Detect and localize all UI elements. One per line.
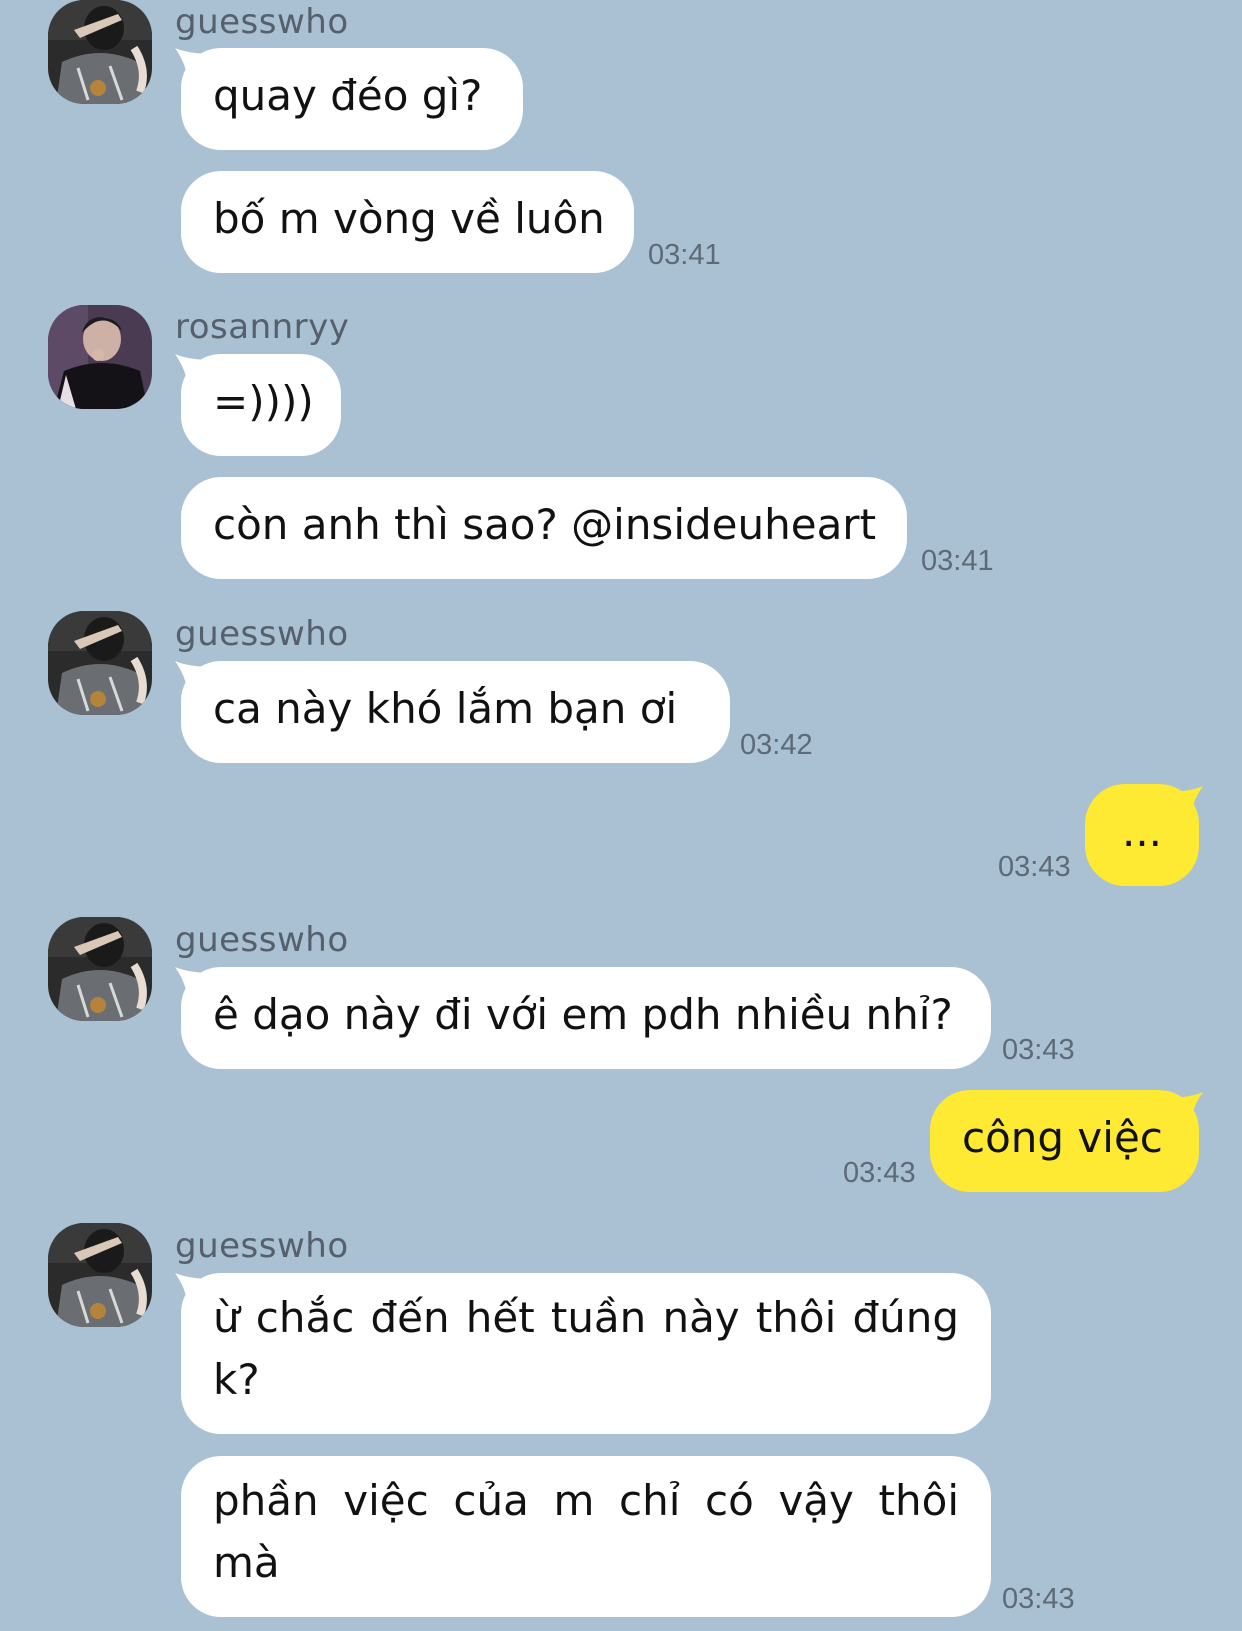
- sender-name: guesswho: [175, 920, 349, 960]
- sender-name: guesswho: [175, 2, 349, 42]
- message-bubble[interactable]: ca này khó lắm bạn ơi: [181, 661, 730, 763]
- user-avatar-icon: [48, 1223, 152, 1327]
- message-bubble[interactable]: ừ chắc đến hết tuần này thôi đúng k?: [181, 1273, 991, 1434]
- bubble-tail: [1165, 1092, 1203, 1130]
- message-bubble[interactable]: công việc: [930, 1090, 1199, 1192]
- avatar[interactable]: [48, 0, 152, 104]
- message-bubble[interactable]: bố m vòng về luôn: [181, 171, 634, 273]
- user-avatar-icon: [48, 611, 152, 715]
- sender-name: guesswho: [175, 1226, 349, 1266]
- chat-view: guesswho quay đéo gì? bố m vòng về luôn …: [0, 0, 1242, 1631]
- sender-name: rosannryy: [175, 307, 350, 347]
- user-avatar-icon: [48, 917, 152, 1021]
- avatar[interactable]: [48, 305, 152, 409]
- message-time: 03:43: [1002, 1034, 1075, 1066]
- message-bubble[interactable]: quay đéo gì?: [181, 48, 523, 150]
- avatar[interactable]: [48, 611, 152, 715]
- message-bubble[interactable]: phần việc của m chỉ có vậy thôi mà: [181, 1456, 991, 1617]
- message-bubble[interactable]: còn anh thì sao? @insideuheart: [181, 477, 907, 579]
- avatar[interactable]: [48, 1223, 152, 1327]
- bubble-tail: [1165, 786, 1203, 824]
- message-bubble[interactable]: =)))): [181, 354, 341, 456]
- user-avatar-icon: [48, 305, 152, 409]
- user-avatar-icon: [48, 0, 152, 104]
- message-time: 03:41: [648, 239, 721, 271]
- message-time: 03:43: [998, 851, 1071, 883]
- message-time: 03:43: [843, 1157, 916, 1189]
- message-bubble[interactable]: ê dạo này đi với em pdh nhiều nhỉ?: [181, 967, 991, 1069]
- sender-name: guesswho: [175, 614, 349, 654]
- avatar[interactable]: [48, 917, 152, 1021]
- message-time: 03:43: [1002, 1583, 1075, 1615]
- message-time: 03:42: [740, 729, 813, 761]
- message-time: 03:41: [921, 545, 994, 577]
